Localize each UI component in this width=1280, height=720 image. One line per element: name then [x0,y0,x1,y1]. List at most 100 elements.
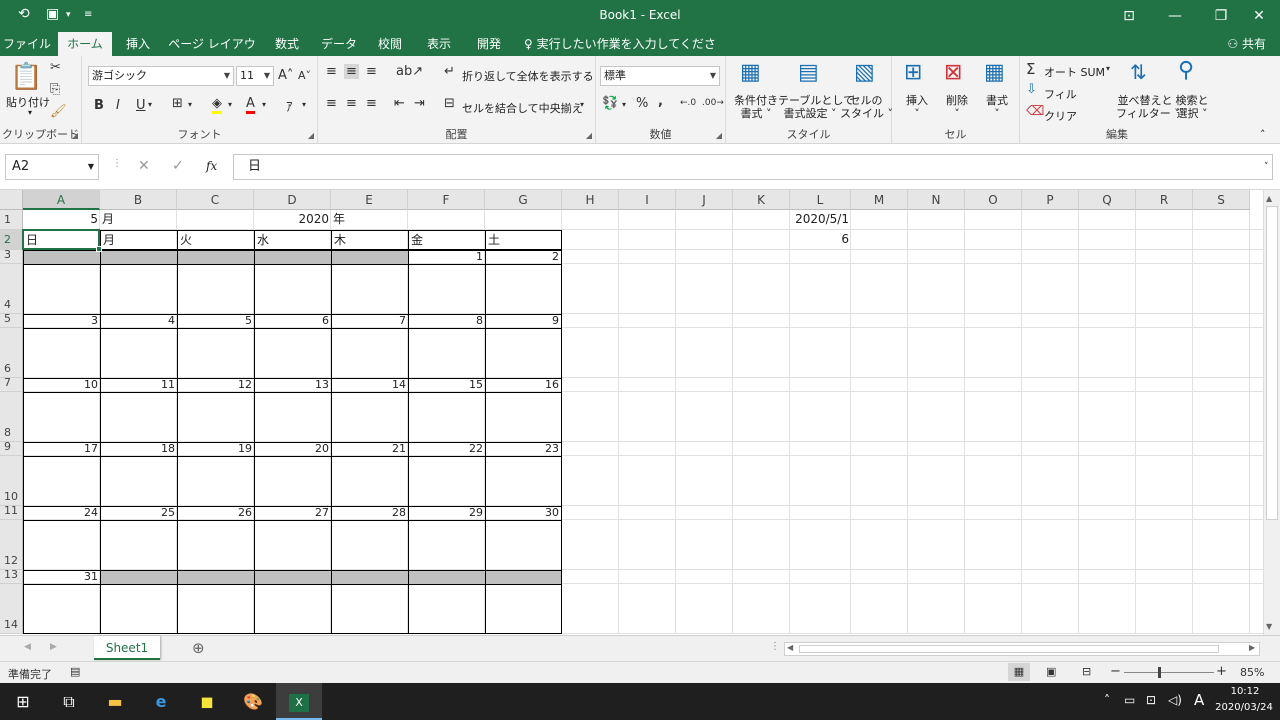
orientation-icon[interactable]: ab↗ [396,64,423,79]
formula-input[interactable]: 日 [233,154,1273,180]
borders-dropdown-icon[interactable]: ▾ [188,100,192,109]
row-header-1[interactable]: 1 [0,210,23,230]
calendar-day-cell[interactable]: 28 [331,506,408,520]
fill-icon[interactable]: ⇩ [1026,82,1037,97]
merge-dropdown-icon[interactable]: ▾ [580,100,584,109]
underline-dropdown-icon[interactable]: ▾ [148,100,152,109]
calendar-day-cell[interactable]: 21 [331,442,408,456]
weekday-header[interactable]: 月 [100,230,177,250]
column-header-b[interactable]: B [100,190,177,210]
sticky-notes-icon[interactable]: ◼ [184,683,230,720]
calendar-day-cell[interactable]: 20 [254,442,331,456]
shrink-font-icon[interactable]: A˅ [298,69,311,82]
autosum-button[interactable]: オート SUM [1044,64,1105,80]
font-color-dropdown-icon[interactable]: ▾ [262,100,266,109]
zoom-slider[interactable] [1124,672,1214,673]
calendar-day-space[interactable] [254,392,331,442]
number-launcher-icon[interactable]: ◢ [716,131,722,140]
calendar-day-space[interactable] [331,264,408,314]
calendar-day-cell[interactable]: 11 [100,378,177,392]
autosum-dropdown-icon[interactable]: ▾ [1106,64,1110,73]
column-header-l[interactable]: L [790,190,851,210]
align-center-icon[interactable]: ≡ [346,96,357,111]
row-header-13[interactable]: 13 [0,569,23,584]
row-header-4[interactable]: 4 [0,264,23,314]
calendar-day-space[interactable] [23,456,100,506]
calendar-day-cell[interactable]: 2 [485,250,562,264]
row-header-6[interactable]: 6 [0,328,23,378]
paste-icon[interactable]: 📋 [10,62,42,92]
decrease-indent-icon[interactable]: ⇤ [394,96,405,111]
calendar-day-space[interactable] [331,456,408,506]
tab-formulas[interactable]: 数式 [264,32,310,56]
phonetic-dropdown-icon[interactable]: ▾ [302,100,306,109]
delete-cells-button[interactable]: 削除 ˅ [936,94,978,120]
column-header-k[interactable]: K [733,190,790,210]
autosum-icon[interactable]: Σ [1026,60,1035,78]
calendar-day-cell[interactable]: 25 [100,506,177,520]
row-header-3[interactable]: 3 [0,249,23,264]
calendar-day-cell[interactable] [177,570,254,584]
calendar-day-cell[interactable] [331,570,408,584]
font-name-combo[interactable]: 游ゴシック ▼ [88,66,234,86]
row-header-11[interactable]: 11 [0,505,23,520]
paint-icon[interactable]: 🎨 [230,683,276,720]
calendar-day-space[interactable] [100,520,177,570]
clipboard-launcher-icon[interactable]: ◢ [72,131,78,140]
fill-color-icon[interactable]: ◈ [212,96,222,114]
calendar-day-space[interactable] [331,392,408,442]
task-view-icon[interactable]: ⧉ [46,683,92,720]
increase-indent-icon[interactable]: ⇥ [414,96,425,111]
calendar-day-cell[interactable]: 29 [408,506,485,520]
vertical-scrollbar[interactable]: ▲ ▼ [1263,190,1280,635]
row-header-9[interactable]: 9 [0,441,23,456]
weekday-header[interactable]: 水 [254,230,331,250]
calendar-day-cell[interactable]: 7 [331,314,408,328]
calendar-day-cell[interactable]: 1 [408,250,485,264]
sort-filter-icon[interactable]: ⇅ [1130,60,1147,84]
calendar-day-space[interactable] [100,328,177,378]
zoom-out-icon[interactable]: − [1110,664,1121,679]
font-color-icon[interactable]: A [246,96,255,114]
calendar-day-space[interactable] [177,264,254,314]
calendar-day-space[interactable] [485,328,562,378]
calendar-day-space[interactable] [100,392,177,442]
calendar-day-space[interactable] [254,584,331,634]
column-header-a[interactable]: A [23,190,100,210]
merge-center-button[interactable]: セルを結合して中央揃え [462,100,583,116]
calendar-day-cell[interactable]: 19 [177,442,254,456]
volume-icon[interactable]: ◁) [1168,693,1182,707]
tab-insert[interactable]: 挿入 [116,32,160,56]
vertical-scroll-thumb[interactable] [1266,206,1278,520]
add-sheet-icon[interactable]: ⊕ [192,639,205,657]
calendar-day-space[interactable] [177,584,254,634]
decrease-decimal-icon[interactable]: .00→ [702,98,724,108]
cell-a1-month[interactable]: 5 [23,210,100,230]
calendar-day-cell[interactable]: 14 [331,378,408,392]
column-header-c[interactable]: C [177,190,254,210]
column-header-q[interactable]: Q [1079,190,1136,210]
fill-dropdown-icon[interactable]: ▾ [228,100,232,109]
calendar-day-space[interactable] [485,584,562,634]
align-right-icon[interactable]: ≡ [366,96,377,111]
cell-l1-date[interactable]: 2020/5/1 [790,210,851,230]
calendar-day-space[interactable] [331,328,408,378]
windows-start-icon[interactable]: ⊞ [0,683,46,720]
minimize-button[interactable]: — [1152,0,1198,32]
borders-icon[interactable]: ⊞ [172,96,183,111]
tab-split-icon[interactable]: ⋮ [770,641,780,652]
internet-explorer-icon[interactable]: e [138,683,184,720]
insert-cells-button[interactable]: 挿入 ˅ [896,94,938,120]
column-header-i[interactable]: I [619,190,676,210]
calendar-day-cell[interactable] [485,570,562,584]
select-all-corner[interactable] [0,190,23,210]
calendar-day-space[interactable] [254,520,331,570]
column-header-r[interactable]: R [1136,190,1193,210]
number-format-combo[interactable]: 標準 ▼ [600,66,720,86]
increase-decimal-icon[interactable]: ←.0 [680,98,696,108]
conditional-format-icon[interactable]: ▦ [740,60,761,85]
network-icon[interactable]: ⊡ [1146,693,1156,707]
phonetic-icon[interactable]: ｱ [286,96,293,115]
column-header-f[interactable]: F [408,190,485,210]
insert-cells-icon[interactable]: ⊞ [904,60,922,85]
